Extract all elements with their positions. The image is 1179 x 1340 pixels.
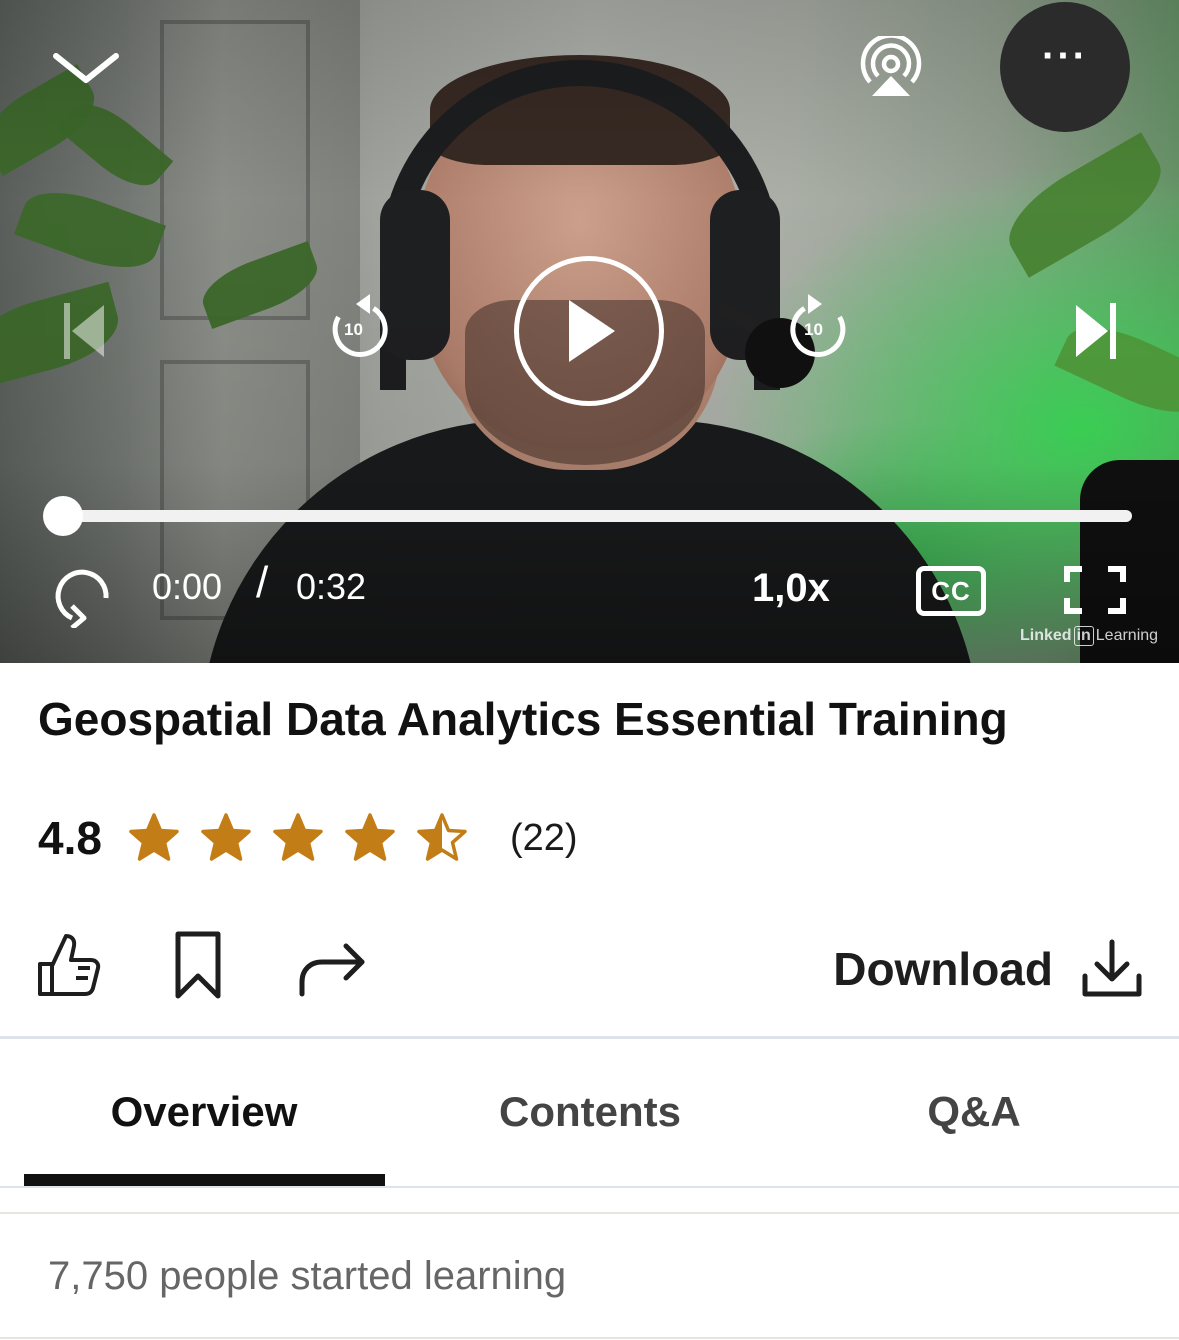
forward-seconds: 10 [804,320,823,339]
rating-count[interactable]: (22) [510,817,578,860]
active-tab-indicator [24,1174,385,1186]
progress-scrubber-handle[interactable] [43,496,83,536]
airplay-icon[interactable] [856,32,926,102]
star-full-icon [345,813,395,861]
download-button[interactable]: Download [833,938,1143,1000]
rewind-10-icon[interactable]: 10 [326,292,396,366]
more-icon[interactable]: ··· [1000,2,1130,132]
time-separator: / [256,558,269,607]
tab-bar: Overview Contents Q&A [0,1040,1179,1186]
chevron-down-icon[interactable] [50,40,122,96]
video-player[interactable]: ··· 10 10 0:00 / 0:32 1,0x CC Linked in … [0,0,1179,663]
forward-10-icon[interactable]: 10 [782,292,852,366]
skip-previous-icon[interactable] [56,296,112,366]
action-bar: Download [0,920,1179,1030]
rating-stars [128,812,468,864]
duration: 0:32 [296,566,367,607]
closed-captions-icon[interactable]: CC [916,566,986,616]
divider [0,1212,1179,1214]
playback-speed-button[interactable]: 1,0x [752,566,830,611]
rating-row: 4.8 (22) [38,806,578,870]
progress-bar[interactable] [62,510,1132,522]
bookmark-icon[interactable] [172,930,224,1000]
rating-value: 4.8 [38,812,102,864]
divider [0,1337,1179,1339]
current-time: 0:00 [152,566,223,607]
tab-qa[interactable]: Q&A [794,1088,1154,1136]
play-icon[interactable] [514,256,664,406]
tab-contents[interactable]: Contents [410,1088,770,1136]
linkedin-learning-watermark: Linked in Learning [1020,626,1159,646]
divider [0,1186,1179,1188]
star-full-icon [129,813,179,861]
fullscreen-icon[interactable] [1064,566,1126,614]
star-full-icon [273,813,323,861]
star-half-icon [417,813,467,861]
learners-count: 7,750 people started learning [48,1254,567,1298]
closed-captions-label: CC [931,575,971,606]
download-icon [1081,938,1143,1000]
loop-icon[interactable] [50,562,116,628]
download-label: Download [833,943,1053,995]
star-full-icon [201,813,251,861]
skip-next-icon[interactable] [1068,296,1124,366]
tab-overview[interactable]: Overview [24,1088,384,1136]
divider [0,1036,1179,1039]
course-title: Geospatial Data Analytics Essential Trai… [38,693,1008,745]
share-icon[interactable] [296,930,368,1000]
rewind-seconds: 10 [344,320,363,339]
thumbs-up-icon[interactable] [32,930,102,1000]
